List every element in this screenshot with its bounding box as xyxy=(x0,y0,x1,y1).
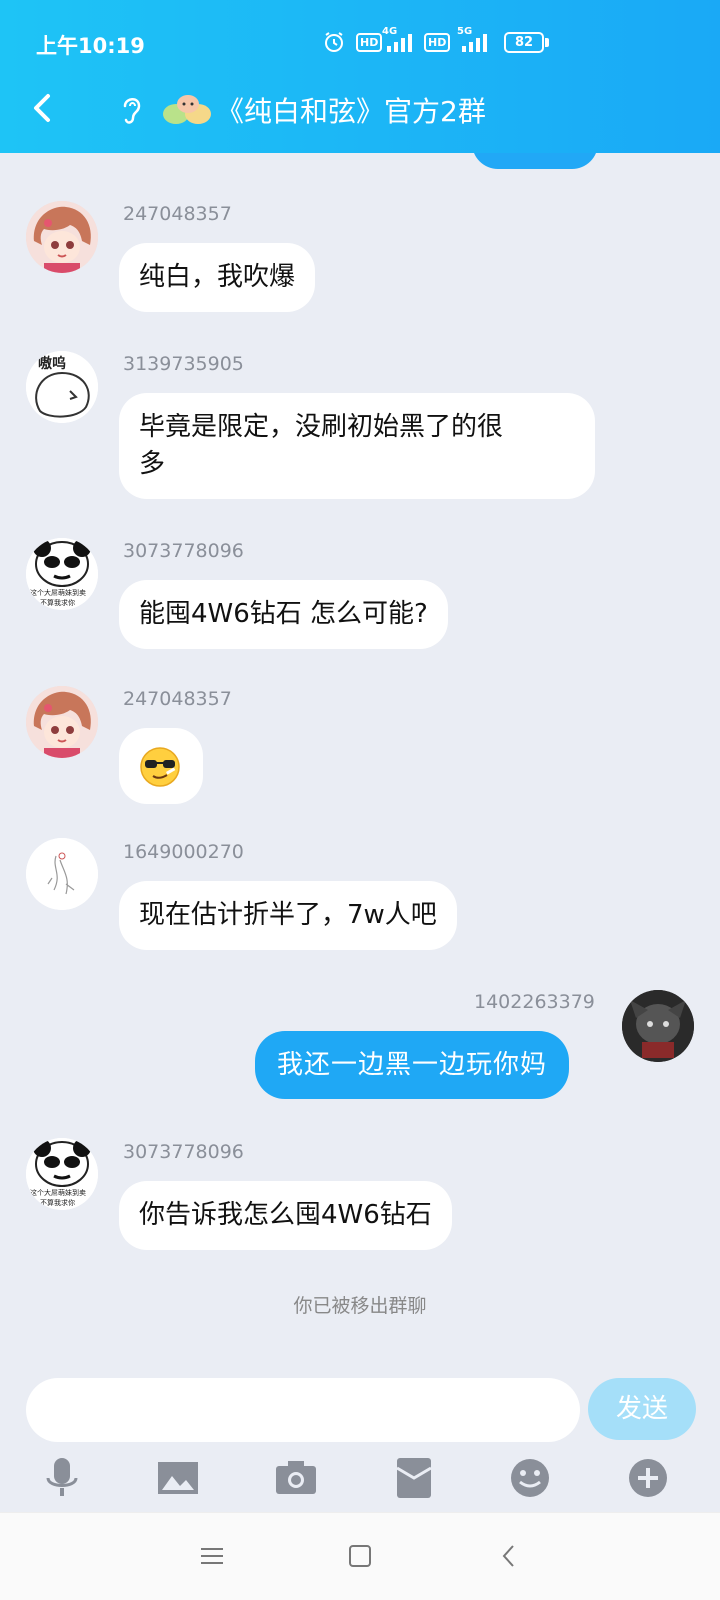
avatar[interactable]: 嗷呜 xyxy=(26,351,98,423)
message-text-line: 毕竟是限定，没刷初始黑了的很 xyxy=(139,412,504,442)
avatar[interactable]: 这个大屌萌妹到卖 不算我求你 xyxy=(26,1138,98,1210)
signal-icon-1 xyxy=(387,34,412,52)
message-input[interactable] xyxy=(26,1378,580,1442)
battery-tip xyxy=(545,38,549,47)
avatar-text: 嗷呜 xyxy=(38,356,66,372)
system-note: 你已被移出群聊 xyxy=(293,1295,427,1317)
message-bubble[interactable]: 现在估计折半了，7w人吧 xyxy=(119,881,457,950)
menu-icon[interactable] xyxy=(197,1541,227,1571)
message-bubble[interactable]: 能囤4W6钻石 怎么可能? xyxy=(119,580,448,649)
message-bubble[interactable]: 毕竟是限定，没刷初始黑了的很 多 xyxy=(119,393,595,499)
ear-icon[interactable] xyxy=(118,92,146,128)
battery-icon: 82 xyxy=(504,32,544,53)
camera-icon[interactable] xyxy=(274,1456,318,1500)
input-toolbar xyxy=(0,1448,720,1508)
home-icon[interactable] xyxy=(345,1541,375,1571)
dark-character-avatar-icon xyxy=(622,990,694,1062)
sender-id: 1402263379 xyxy=(474,991,595,1013)
cool-sunglasses-emoji-icon xyxy=(140,747,180,787)
avatar[interactable] xyxy=(26,686,98,758)
send-button[interactable]: 发送 xyxy=(588,1378,696,1440)
image-icon[interactable] xyxy=(156,1456,200,1500)
sketch-avatar-icon xyxy=(26,838,98,910)
chat-header: 上午10:19 HD 4G HD 5G 82 《纯白和弦》官方2群 xyxy=(0,0,720,153)
anime-girl-avatar-icon xyxy=(26,201,98,273)
plus-icon[interactable] xyxy=(626,1456,670,1500)
system-nav-bar xyxy=(0,1512,720,1600)
hd-badge-2: HD xyxy=(424,33,451,52)
back-arrow-icon[interactable] xyxy=(28,88,58,128)
outgoing-bubble-partial xyxy=(472,153,598,169)
status-time: 上午10:19 xyxy=(36,34,145,58)
outgoing-message-bubble[interactable]: 我还一边黑一边玩你妈 xyxy=(255,1031,570,1099)
avatar[interactable]: 这个大屌萌妹到卖 不算我求你 xyxy=(26,538,98,610)
anime-girl-avatar-icon xyxy=(26,686,98,758)
sender-id: 1649000270 xyxy=(123,841,244,863)
signal-icon-2 xyxy=(462,34,487,52)
sender-id: 247048357 xyxy=(123,688,232,710)
avatar[interactable] xyxy=(622,990,694,1062)
microphone-icon[interactable] xyxy=(40,1456,84,1500)
avatar-caption: 这个大屌萌妹到卖 xyxy=(30,589,86,597)
avatar-caption: 不算我求你 xyxy=(40,1199,75,1207)
sender-id: 3073778096 xyxy=(123,540,244,562)
sender-id: 3139735905 xyxy=(123,353,244,375)
group-emoji-icon xyxy=(163,95,211,124)
message-text-line: 多 xyxy=(139,449,166,479)
avatar[interactable] xyxy=(26,201,98,273)
avatar-caption: 这个大屌萌妹到卖 xyxy=(30,1189,86,1197)
chat-area[interactable]: 247048357 纯白，我吹爆 嗷呜 3139735905 毕竟是限定，没刷初… xyxy=(0,153,720,1343)
emoji-icon[interactable] xyxy=(508,1456,552,1500)
group-title[interactable]: 《纯白和弦》官方2群 xyxy=(216,90,486,130)
nav-back-icon[interactable] xyxy=(495,1541,525,1571)
battery-level: 82 xyxy=(514,35,534,50)
message-bubble[interactable]: 你告诉我怎么囤4W6钻石 xyxy=(119,1181,452,1250)
avatar-caption: 不算我求你 xyxy=(40,599,75,607)
avatar[interactable] xyxy=(26,838,98,910)
emoji-bubble[interactable]: 😎 xyxy=(119,728,203,804)
input-row: 发送 xyxy=(0,1360,720,1442)
hd-badge-1: HD xyxy=(356,33,383,52)
message-bubble[interactable]: 纯白，我吹爆 xyxy=(119,243,316,312)
red-packet-icon[interactable] xyxy=(392,1456,436,1500)
sender-id: 3073778096 xyxy=(123,1141,244,1163)
alarm-icon xyxy=(325,32,343,52)
sender-id: 247048357 xyxy=(123,203,232,225)
